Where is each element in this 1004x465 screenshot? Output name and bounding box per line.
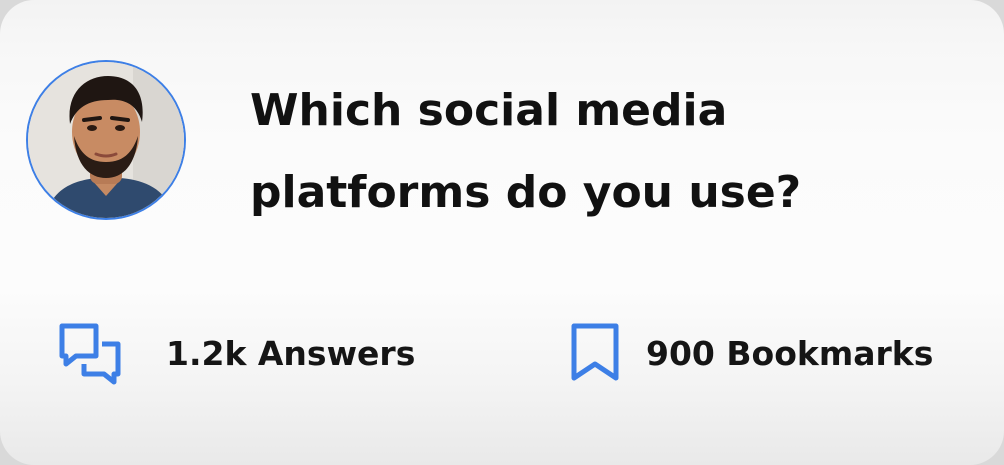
question-title[interactable]: Which social media platforms do you use? — [250, 70, 890, 234]
avatar[interactable] — [28, 62, 184, 218]
chat-bubbles-icon — [56, 318, 126, 388]
bookmark-icon — [560, 318, 630, 388]
bookmarks-count: 900 Bookmarks — [646, 333, 934, 373]
question-card[interactable]: Which social media platforms do you use?… — [0, 0, 1004, 465]
answers-stat[interactable]: 1.2k Answers — [56, 318, 415, 388]
answers-count: 1.2k Answers — [166, 333, 416, 373]
question-line-1: Which social media — [250, 85, 728, 136]
question-line-2: platforms do you use? — [250, 167, 802, 218]
bookmarks-stat[interactable]: 900 Bookmarks — [560, 318, 933, 388]
avatar-photo — [28, 62, 184, 218]
